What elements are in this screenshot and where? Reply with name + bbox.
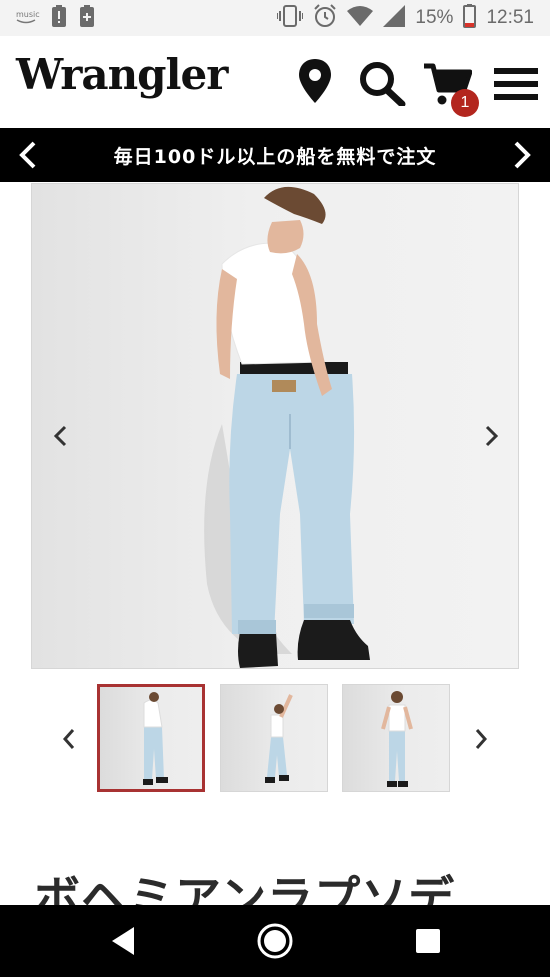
cart-count-badge[interactable]: 1 [451, 89, 479, 117]
menu-icon[interactable] [494, 68, 538, 104]
wrangler-logo[interactable]: Wrangler [16, 50, 228, 99]
promo-next-icon[interactable] [506, 140, 536, 170]
status-bar: music 15% 12:51 [0, 0, 550, 36]
location-pin-icon[interactable] [298, 58, 332, 108]
thumbnail-strip [0, 684, 550, 794]
alarm-icon [313, 4, 337, 32]
thumbnail-3-photo [381, 691, 413, 787]
recents-icon[interactable] [408, 921, 448, 961]
screen: music 15% 12:51 Wrangler 1 毎日100ドル以上の船を無… [0, 0, 550, 977]
thumbnail-1[interactable] [97, 684, 205, 792]
product-main-image[interactable] [31, 183, 519, 669]
image-prev-icon[interactable] [50, 424, 72, 448]
home-icon[interactable] [255, 921, 295, 961]
back-icon[interactable] [104, 921, 144, 961]
battery-saver-icon [80, 5, 94, 31]
android-nav-bar [0, 905, 550, 977]
site-header: Wrangler 1 [0, 36, 550, 128]
music-label: music [16, 10, 40, 19]
thumbnail-2-photo [265, 694, 293, 783]
amazon-music-icon: music [16, 10, 40, 25]
thumb-prev-icon[interactable] [60, 728, 78, 750]
vibrate-icon [276, 5, 305, 31]
alert-icon [52, 5, 66, 31]
model-photo [204, 186, 370, 668]
status-bar-right: 15% 12:51 [276, 4, 534, 32]
image-next-icon[interactable] [480, 424, 502, 448]
signal-icon [383, 5, 406, 31]
clock: 12:51 [486, 7, 534, 28]
thumb-next-icon[interactable] [472, 728, 490, 750]
thumbnail-2[interactable] [220, 684, 328, 792]
promo-text[interactable]: 毎日100ドル以上の船を無料で注文 [0, 142, 550, 169]
promo-bar: 毎日100ドル以上の船を無料で注文 [0, 128, 550, 182]
thumbnail-1-photo [143, 692, 168, 785]
status-bar-left: music [16, 5, 94, 31]
search-icon[interactable] [358, 60, 406, 110]
thumbnail-3[interactable] [342, 684, 450, 792]
wifi-icon [347, 5, 374, 31]
battery-percent: 15% [415, 7, 454, 28]
battery-icon [463, 4, 477, 32]
